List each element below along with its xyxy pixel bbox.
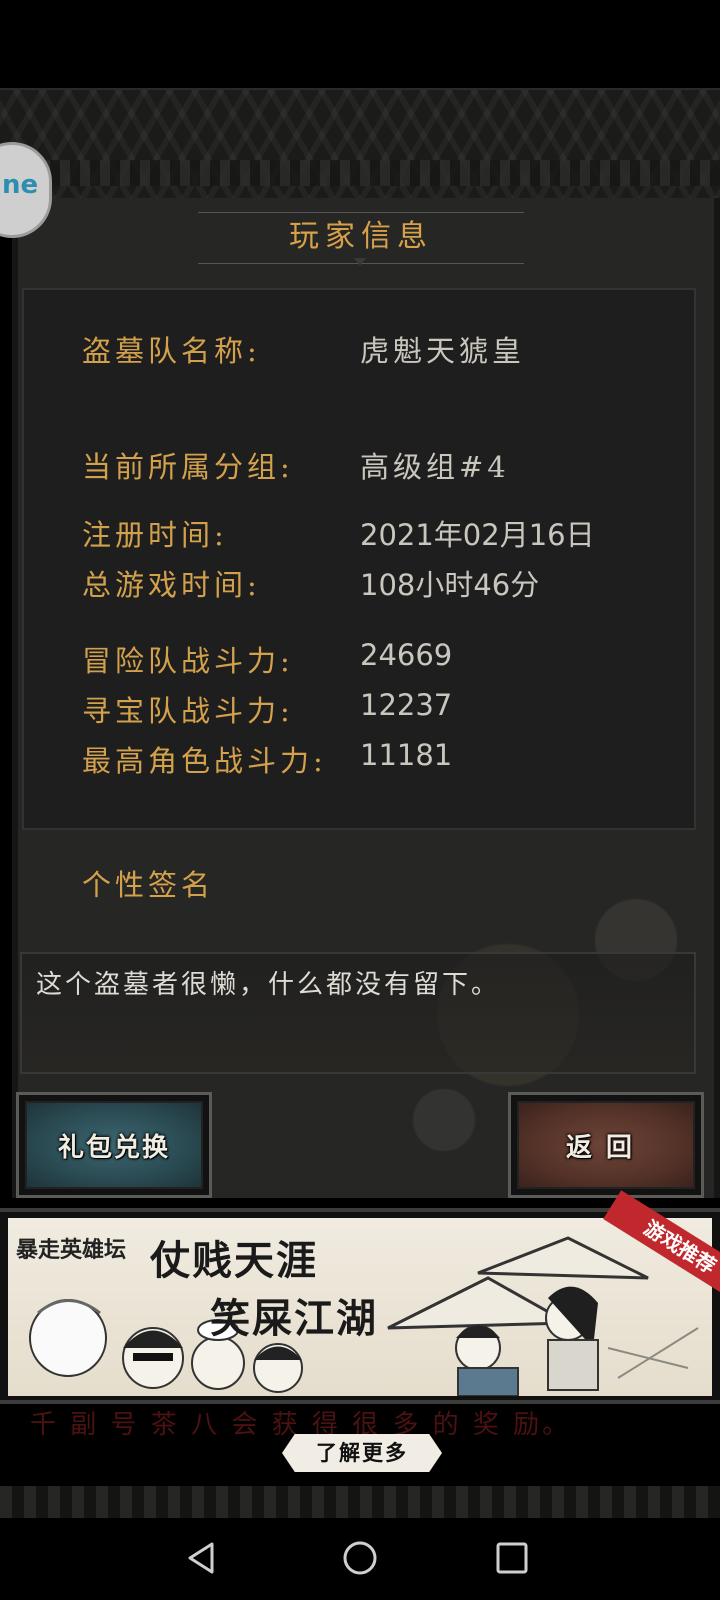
back-button[interactable]: 返回 bbox=[508, 1092, 704, 1198]
top-hero-power-label: 最高角色战斗力: bbox=[82, 744, 327, 778]
group-label: 当前所属分组: bbox=[82, 450, 294, 484]
treasure-power-label: 寻宝队战斗力: bbox=[82, 694, 294, 728]
gift-redeem-button[interactable]: 礼包兑换 bbox=[16, 1092, 212, 1198]
group-value: 高级组#4 bbox=[360, 450, 510, 484]
signature-text: 这个盗墓者很懒，什么都没有留下。 bbox=[36, 970, 501, 1000]
play-time-value: 108小时46分 bbox=[360, 568, 540, 602]
circle-home-icon[interactable] bbox=[338, 1536, 382, 1580]
floating-badge-label: ne bbox=[2, 170, 39, 200]
square-recents-icon[interactable] bbox=[490, 1536, 534, 1580]
triangle-back-icon[interactable] bbox=[180, 1536, 224, 1580]
page-title: 玩家信息 bbox=[289, 219, 433, 254]
back-button-label: 返回 bbox=[517, 1101, 695, 1189]
adventure-power-label: 冒险队战斗力: bbox=[82, 644, 294, 678]
learn-more-button[interactable]: 了解更多 bbox=[282, 1434, 442, 1472]
register-time-value: 2021年02月16日 bbox=[360, 518, 595, 552]
ad-slogan-line1: 仗贱天涯 bbox=[150, 1237, 318, 1284]
title-ornament-icon bbox=[354, 258, 366, 266]
treasure-power-value: 12237 bbox=[360, 688, 453, 722]
team-name-label: 盗墓队名称: bbox=[82, 334, 261, 368]
ad-brand-logo: 暴走英雄坛 bbox=[16, 1237, 127, 1263]
top-hero-power-value: 11181 bbox=[360, 738, 453, 772]
team-name-value: 虎魁天猇皇 bbox=[360, 334, 526, 368]
top-decorative-frame bbox=[0, 88, 720, 203]
gift-redeem-button-label: 礼包兑换 bbox=[25, 1101, 203, 1189]
ad-slogan-line2: 笑屎江湖 bbox=[210, 1295, 378, 1342]
bottom-decorative-frame bbox=[0, 1486, 720, 1518]
signature-title: 个性签名 bbox=[82, 868, 215, 902]
register-time-label: 注册时间: bbox=[82, 518, 228, 552]
play-time-label: 总游戏时间: bbox=[82, 568, 261, 602]
adventure-power-value: 24669 bbox=[360, 638, 453, 672]
